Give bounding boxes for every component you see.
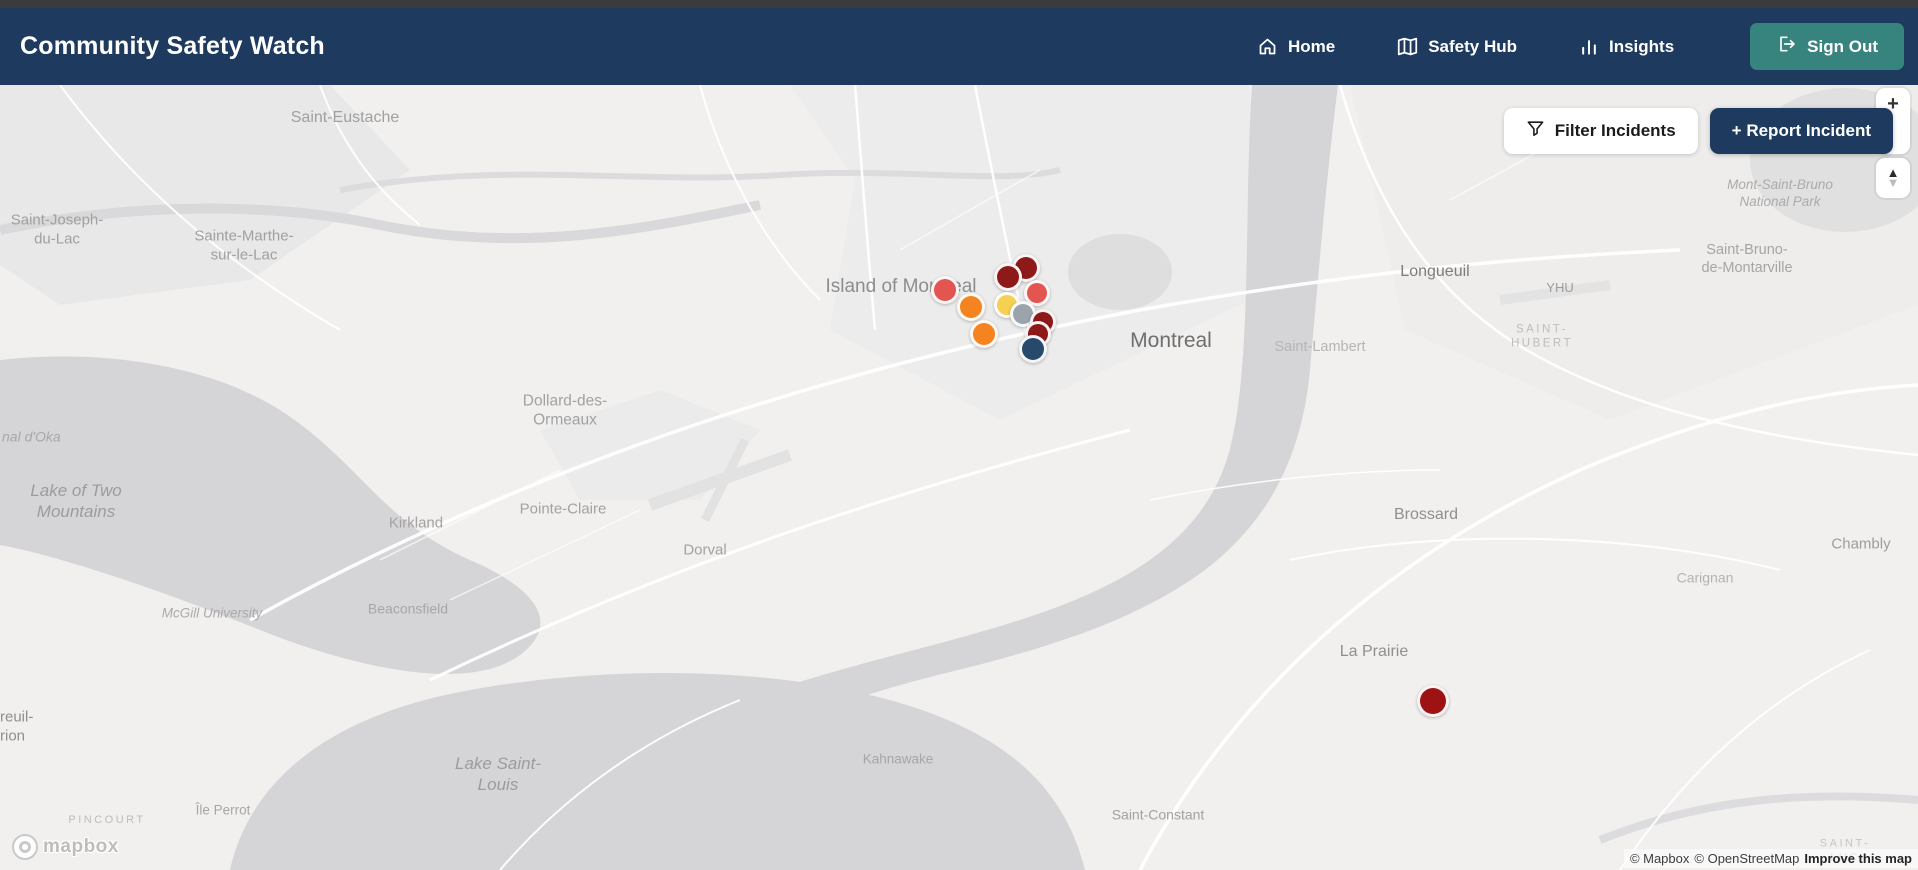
nav-item-label: Home <box>1287 36 1336 56</box>
app-title: Community Safety Watch <box>20 32 325 60</box>
sign-out-button[interactable]: Sign Out <box>1750 23 1904 70</box>
incident-marker[interactable] <box>957 293 985 321</box>
attribution-mapbox-link[interactable]: © Mapbox <box>1630 851 1689 866</box>
bar-chart-icon <box>1579 37 1599 57</box>
incident-marker[interactable] <box>994 263 1022 291</box>
compass-down-icon: ▼ <box>1886 175 1900 190</box>
basemap-art <box>0 85 1918 870</box>
sign-out-label: Sign Out <box>1807 36 1878 56</box>
main-nav: Home Safety Hub Insights Sign Out <box>1257 23 1904 70</box>
nav-item-label: Safety Hub <box>1428 36 1517 56</box>
filter-incidents-button[interactable]: Filter Incidents <box>1503 108 1698 154</box>
filter-label: Filter Incidents <box>1554 121 1676 140</box>
incident-marker[interactable] <box>1417 685 1449 717</box>
home-icon <box>1257 36 1278 57</box>
map[interactable]: Saint-Eustache Saint-Joseph- du-Lac Sainte… <box>0 85 1918 870</box>
attribution-osm-link[interactable]: © OpenStreetMap <box>1694 851 1799 866</box>
nav-item-safety-hub[interactable]: Safety Hub <box>1397 36 1517 57</box>
map-attribution: © Mapbox © OpenStreetMap Improve this ma… <box>1623 849 1918 868</box>
nav-item-home[interactable]: Home <box>1257 36 1335 57</box>
report-incident-button[interactable]: + Report Incident <box>1709 108 1893 154</box>
incident-marker[interactable] <box>931 276 959 304</box>
nav-item-insights[interactable]: Insights <box>1579 37 1674 57</box>
map-icon <box>1397 36 1418 57</box>
incident-marker[interactable] <box>1019 335 1047 363</box>
map-toolbar: Filter Incidents + Report Incident <box>1503 108 1893 154</box>
mapbox-logo[interactable]: mapbox <box>12 834 119 860</box>
window-top-strip <box>0 0 1918 8</box>
app-root: Community Safety Watch Home Safety Hub I… <box>0 0 1918 870</box>
filter-icon <box>1526 119 1545 143</box>
sign-out-icon <box>1776 34 1796 59</box>
mapbox-wordmark: mapbox <box>43 836 119 857</box>
mapbox-logo-icon <box>12 834 38 860</box>
app-header: Community Safety Watch Home Safety Hub I… <box>0 8 1918 85</box>
improve-map-link[interactable]: Improve this map <box>1804 851 1912 866</box>
compass-control[interactable]: ▲ ▼ <box>1876 158 1910 198</box>
incident-marker[interactable] <box>970 320 998 348</box>
nav-item-label: Insights <box>1609 36 1675 56</box>
